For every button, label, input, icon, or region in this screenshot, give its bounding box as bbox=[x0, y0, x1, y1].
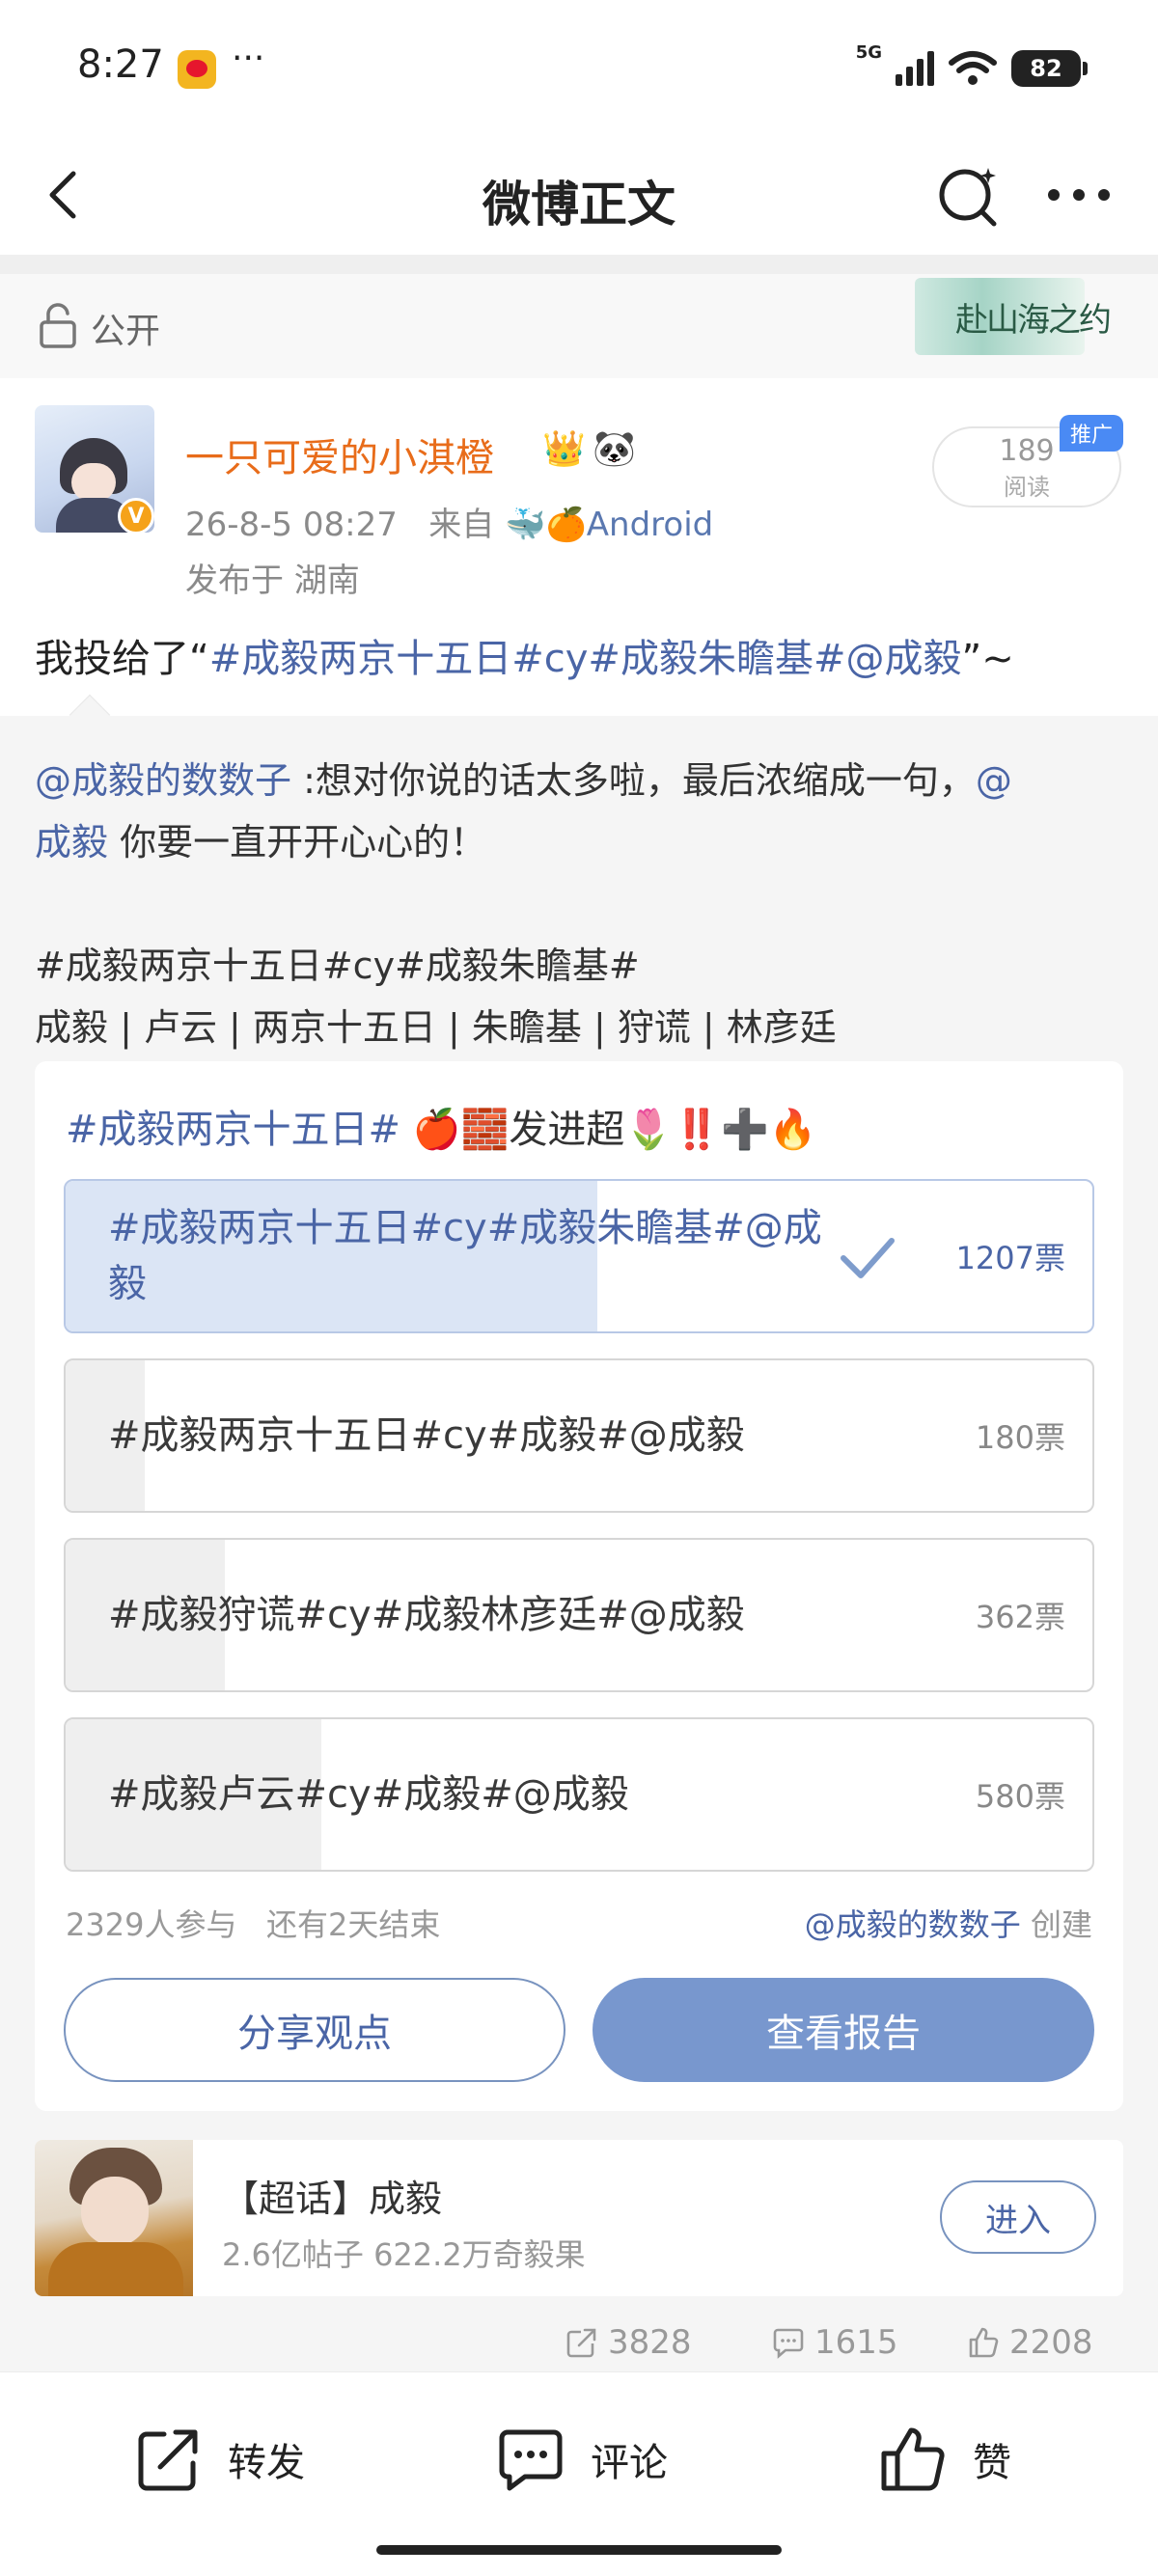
vote-option-4[interactable]: #成毅卢云#cy#成毅#@成毅 580票 bbox=[64, 1717, 1094, 1872]
source-prefix: 来自 bbox=[428, 506, 495, 544]
post-topic-link[interactable]: #成毅两京十五日#cy#成毅朱瞻基#@成毅 bbox=[209, 637, 962, 681]
status-time: 8:27 bbox=[77, 42, 164, 87]
vote-created-label: 创建 bbox=[1030, 1906, 1092, 1943]
repost-icon bbox=[138, 2429, 198, 2491]
post-location: 发布于 湖南 bbox=[185, 562, 360, 600]
like-small-icon bbox=[969, 2327, 999, 2358]
super-topic-card[interactable]: 【超话】成毅 2.6亿帖子 622.2万奇毅果 进入 bbox=[35, 2140, 1123, 2296]
comment-count: 1615 bbox=[814, 2323, 898, 2362]
vote-option-count: 180票 bbox=[975, 1419, 1065, 1456]
embed-text-line-2: 成毅 你要一直开开心心的！ bbox=[35, 812, 486, 865]
post-text-suffix: ”~ bbox=[961, 637, 1014, 681]
search-icon[interactable] bbox=[932, 158, 1006, 232]
battery-icon: 82 bbox=[1011, 50, 1088, 87]
embed-mention-link[interactable]: 成毅 bbox=[35, 821, 108, 863]
vote-option-2[interactable]: #成毅两京十五日#cy#成毅#@成毅 180票 bbox=[64, 1358, 1094, 1513]
network-type-label: 5G bbox=[855, 42, 882, 63]
vote-participants: 2329人参与 bbox=[66, 1906, 237, 1943]
comment-small-icon bbox=[773, 2328, 804, 2359]
repost-count: 3828 bbox=[608, 2323, 692, 2362]
post-source[interactable]: 🐳🍊Android bbox=[505, 506, 713, 544]
super-topic-thumbnail bbox=[35, 2140, 193, 2296]
vote-option-1[interactable]: #成毅两京十五日#cy#成毅朱瞻基#@成毅 1207票 bbox=[64, 1179, 1094, 1333]
embedded-stats-row: 3828 1615 2208 bbox=[0, 2316, 1158, 2370]
vote-topic-link[interactable]: #成毅两京十五日# bbox=[66, 1108, 400, 1152]
embed-text-1: :想对你说的话太多啦，最后浓缩成一句， bbox=[291, 759, 976, 802]
embed-text-2: 你要一直开开心心的！ bbox=[108, 821, 487, 863]
like-label: 赞 bbox=[973, 2441, 1011, 2485]
visibility-row: 公开 赴山海之约 bbox=[0, 274, 1158, 378]
nav-bar: 微博正文 bbox=[0, 135, 1158, 255]
vote-option-count: 362票 bbox=[975, 1599, 1065, 1635]
weibo-notification-icon bbox=[178, 50, 216, 89]
view-report-button[interactable]: 查看报告 bbox=[593, 1978, 1094, 2082]
repost-small-icon bbox=[566, 2328, 596, 2358]
comment-label: 评论 bbox=[591, 2441, 668, 2485]
vote-option-count: 1207票 bbox=[955, 1240, 1065, 1276]
more-notifications-indicator: ··· bbox=[232, 39, 265, 78]
post-text-prefix: 我投给了“ bbox=[35, 637, 209, 681]
section-divider bbox=[0, 255, 1158, 274]
read-label: 阅读 bbox=[1004, 474, 1050, 501]
like-count: 2208 bbox=[1009, 2323, 1093, 2362]
post-text: 我投给了“#成毅两京十五日#cy#成毅朱瞻基#@成毅”~ bbox=[35, 627, 1014, 683]
comment-stat[interactable]: 1615 bbox=[772, 2316, 898, 2370]
vote-title-text: 🍎🧱发进超🌷‼️➕🔥 bbox=[400, 1108, 817, 1152]
embed-mention-at[interactable]: @ bbox=[976, 759, 1012, 802]
embed-author-link[interactable]: @成毅的数数子 bbox=[35, 759, 291, 802]
vote-option-3[interactable]: #成毅狩谎#cy#成毅林彦廷#@成毅 362票 bbox=[64, 1538, 1094, 1692]
vote-option-label: #成毅狩谎#cy#成毅林彦廷#@成毅 bbox=[108, 1593, 745, 1637]
comment-icon bbox=[499, 2429, 563, 2491]
vote-creator: @成毅的数数子 创建 bbox=[805, 1901, 1092, 1945]
vote-option-count: 580票 bbox=[975, 1778, 1065, 1815]
post-meta: 26-8-5 08:27 来自 🐳🍊Android bbox=[185, 498, 713, 545]
vote-remaining: 还有2天结束 bbox=[265, 1906, 441, 1943]
vote-creator-link[interactable]: @成毅的数数子 bbox=[805, 1906, 1021, 1943]
repost-stat[interactable]: 3828 bbox=[565, 2316, 692, 2370]
more-icon[interactable] bbox=[1042, 164, 1116, 226]
home-indicator bbox=[376, 2545, 782, 2555]
status-bar: 8:27 ··· 5G 82 bbox=[0, 0, 1158, 135]
enter-button[interactable]: 进入 bbox=[940, 2180, 1096, 2254]
visibility-label: 公开 bbox=[91, 312, 161, 351]
repost-label: 转发 bbox=[228, 2441, 305, 2485]
checkmark-icon bbox=[841, 1238, 895, 1278]
super-topic-stats: 2.6亿帖子 622.2万奇毅果 bbox=[222, 2236, 586, 2273]
vote-option-label: #成毅卢云#cy#成毅#@成毅 bbox=[108, 1772, 629, 1817]
username[interactable]: 一只可爱的小淇橙 bbox=[185, 426, 494, 482]
cell-signal-icon bbox=[896, 51, 934, 86]
post-time: 26-8-5 08:27 bbox=[185, 506, 398, 544]
comment-button[interactable]: 评论 bbox=[494, 2423, 668, 2496]
wifi-icon bbox=[949, 51, 997, 85]
share-opinion-button[interactable]: 分享观点 bbox=[64, 1978, 565, 2082]
embed-text-line-1: @成毅的数数子 :想对你说的话太多啦，最后浓缩成一句，@ bbox=[35, 751, 1012, 804]
embed-keywords: 成毅 | 卢云 | 两京十五日 | 朱瞻基 | 狩谎 | 林彦廷 bbox=[35, 1006, 837, 1049]
embed-topic-tags[interactable]: #成毅两京十五日#cy#成毅朱瞻基# bbox=[35, 936, 640, 989]
unlock-icon bbox=[40, 303, 76, 348]
vote-card: #成毅两京十五日# 🍎🧱发进超🌷‼️➕🔥 #成毅两京十五日#cy#成毅朱瞻基#@… bbox=[35, 1061, 1123, 2111]
like-icon bbox=[881, 2427, 945, 2491]
verified-badge-icon: V bbox=[118, 498, 154, 534]
panda-icon: 🐼 bbox=[593, 429, 636, 469]
super-topic-title: 【超话】成毅 bbox=[222, 2178, 443, 2220]
like-button[interactable]: 赞 bbox=[876, 2423, 1011, 2496]
promote-tag[interactable]: 推广 bbox=[1060, 415, 1123, 452]
battery-level: 82 bbox=[1030, 55, 1062, 82]
vote-option-label: #成毅两京十五日#cy#成毅朱瞻基#@成毅 bbox=[108, 1206, 822, 1306]
fan-badge-text: 赴山海之约 bbox=[955, 301, 1112, 340]
vote-title: #成毅两京十五日# 🍎🧱发进超🌷‼️➕🔥 bbox=[66, 1098, 817, 1154]
like-stat[interactable]: 2208 bbox=[967, 2316, 1093, 2370]
vote-option-label: #成毅两京十五日#cy#成毅#@成毅 bbox=[108, 1413, 745, 1458]
repost-button[interactable]: 转发 bbox=[131, 2423, 305, 2496]
vote-summary: 2329人参与 还有2天结束 bbox=[66, 1901, 440, 1945]
crown-icon: 👑 bbox=[542, 429, 586, 469]
